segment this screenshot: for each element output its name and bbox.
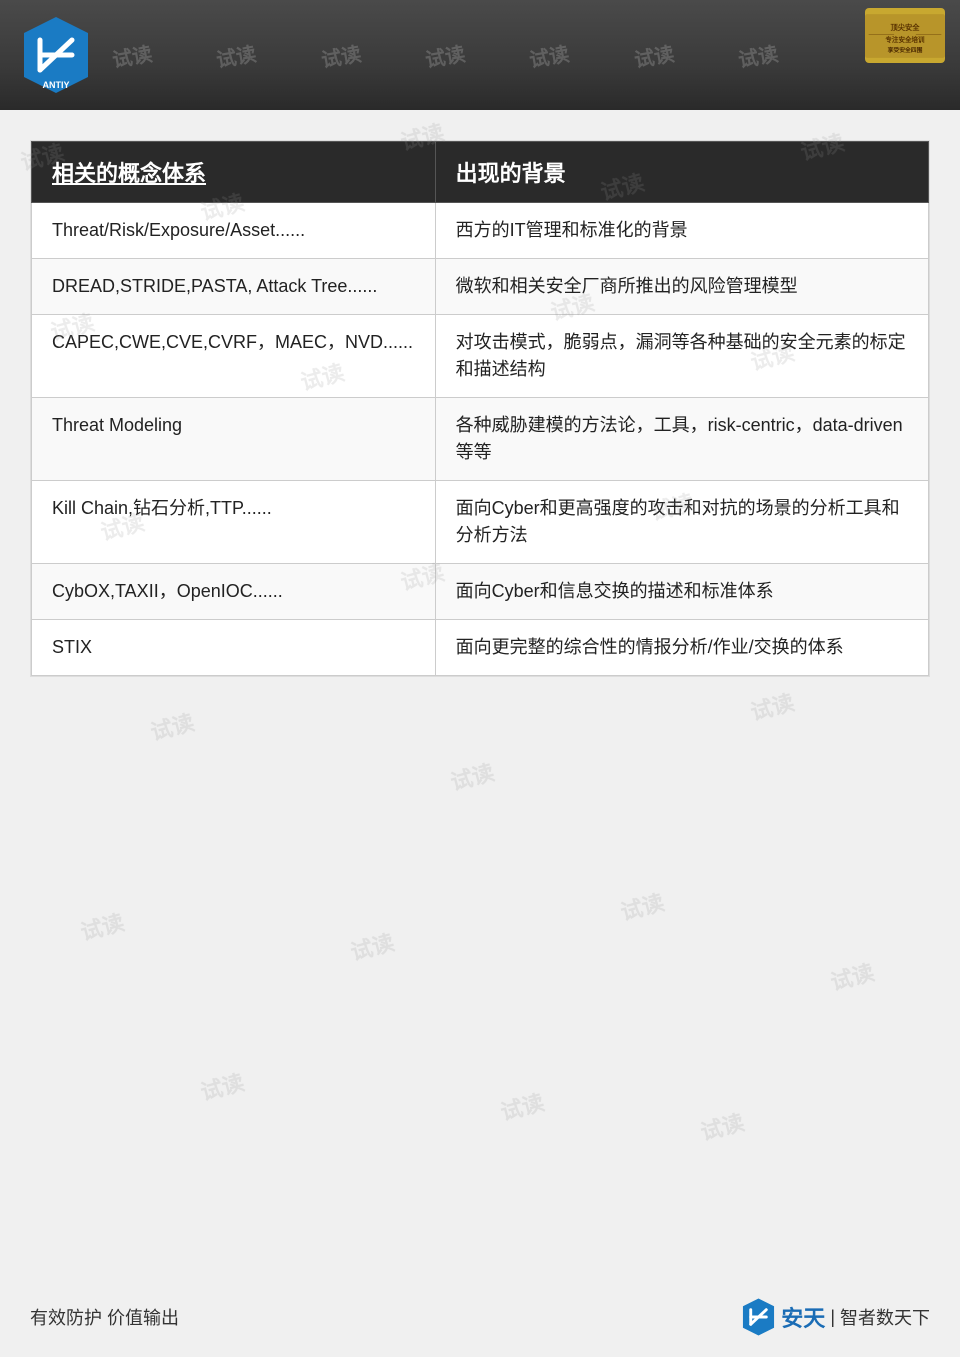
header-watermarks: 试读 试读 试读 试读 试读 试读 试读 <box>80 0 810 110</box>
bwm-17: 试读 <box>347 925 398 967</box>
table-cell-left-0: Threat/Risk/Exposure/Asset...... <box>32 203 436 259</box>
table-header-row: 相关的概念体系 出现的背景 <box>32 142 929 203</box>
footer-antiy-icon <box>741 1297 776 1337</box>
footer: 有效防护 价值输出 安天 | 智者数天下 <box>0 1297 960 1337</box>
footer-brand-blue: 安天 <box>781 1301 825 1333</box>
table-cell-left-1: DREAD,STRIDE,PASTA, Attack Tree...... <box>32 259 436 315</box>
header-wm-1: 试读 <box>110 37 154 73</box>
table-cell-left-2: CAPEC,CWE,CVE,CVRF，MAEC，NVD...... <box>32 315 436 398</box>
header-wm-4: 试读 <box>423 37 467 73</box>
table-cell-right-0: 西方的IT管理和标准化的背景 <box>435 203 928 259</box>
table-row: Kill Chain,钻石分析,TTP...... 面向Cyber和更高强度的攻… <box>32 481 929 564</box>
bwm-20: 试读 <box>197 1065 248 1107</box>
bwm-19: 试读 <box>827 955 878 997</box>
table-cell-right-2: 对攻击模式，脆弱点，漏洞等各种基础的安全元素的标定和描述结构 <box>435 315 928 398</box>
table-cell-left-5: CybOX,TAXII，OpenIOC...... <box>32 564 436 620</box>
table-row: CAPEC,CWE,CVE,CVRF，MAEC，NVD...... 对攻击模式，… <box>32 315 929 398</box>
svg-text:专注安全培训: 专注安全培训 <box>885 34 925 43</box>
col1-header: 相关的概念体系 <box>32 142 436 203</box>
table-cell-left-3: Threat Modeling <box>32 398 436 481</box>
header-wm-7: 试读 <box>736 37 780 73</box>
bwm-16: 试读 <box>77 905 128 947</box>
table-row: CybOX,TAXII，OpenIOC...... 面向Cyber和信息交换的描… <box>32 564 929 620</box>
footer-brand-separator: | <box>830 1307 835 1328</box>
brand-right: 顶尖安全 专注安全培训 享受安全四围 <box>865 8 945 63</box>
table-row: Threat Modeling 各种威胁建模的方法论，工具，risk-centr… <box>32 398 929 481</box>
header-wm-3: 试读 <box>318 37 362 73</box>
brand-circle: 顶尖安全 专注安全培训 享受安全四围 <box>865 8 945 63</box>
header: ANTIY 试读 试读 试读 试读 试读 试读 试读 顶尖安全 专注安全培训 享… <box>0 0 960 110</box>
footer-left-text: 有效防护 价值输出 <box>30 1304 179 1330</box>
bwm-21: 试读 <box>497 1085 548 1127</box>
header-wm-5: 试读 <box>527 37 571 73</box>
header-wm-6: 试读 <box>631 37 675 73</box>
table-cell-right-3: 各种威胁建模的方法论，工具，risk-centric，data-driven等等 <box>435 398 928 481</box>
svg-text:ANTIY: ANTIY <box>43 80 70 90</box>
table-cell-right-6: 面向更完整的综合性的情报分析/作业/交换的体系 <box>435 620 928 676</box>
table-cell-right-4: 面向Cyber和更高强度的攻击和对抗的场景的分析工具和分析方法 <box>435 481 928 564</box>
table-cell-right-1: 微软和相关安全厂商所推出的风险管理模型 <box>435 259 928 315</box>
col2-header: 出现的背景 <box>435 142 928 203</box>
bwm-22: 试读 <box>697 1105 748 1147</box>
concept-table: 相关的概念体系 出现的背景 Threat/Risk/Exposure/Asset… <box>31 141 929 676</box>
header-wm-2: 试读 <box>214 37 258 73</box>
bwm-15: 试读 <box>747 685 798 727</box>
main-content: 相关的概念体系 出现的背景 Threat/Risk/Exposure/Asset… <box>30 140 930 677</box>
bwm-18: 试读 <box>617 885 668 927</box>
footer-logo: 安天 | 智者数天下 <box>741 1297 930 1337</box>
footer-brand-black: 智者数天下 <box>840 1304 930 1330</box>
table-row: STIX 面向更完整的综合性的情报分析/作业/交换的体系 <box>32 620 929 676</box>
bwm-13: 试读 <box>147 705 198 747</box>
table-cell-left-4: Kill Chain,钻石分析,TTP...... <box>32 481 436 564</box>
table-row: DREAD,STRIDE,PASTA, Attack Tree...... 微软… <box>32 259 929 315</box>
table-row: Threat/Risk/Exposure/Asset...... 西方的IT管理… <box>32 203 929 259</box>
table-cell-right-5: 面向Cyber和信息交换的描述和标准体系 <box>435 564 928 620</box>
bwm-14: 试读 <box>447 755 498 797</box>
svg-text:顶尖安全: 顶尖安全 <box>890 23 920 32</box>
table-cell-left-6: STIX <box>32 620 436 676</box>
